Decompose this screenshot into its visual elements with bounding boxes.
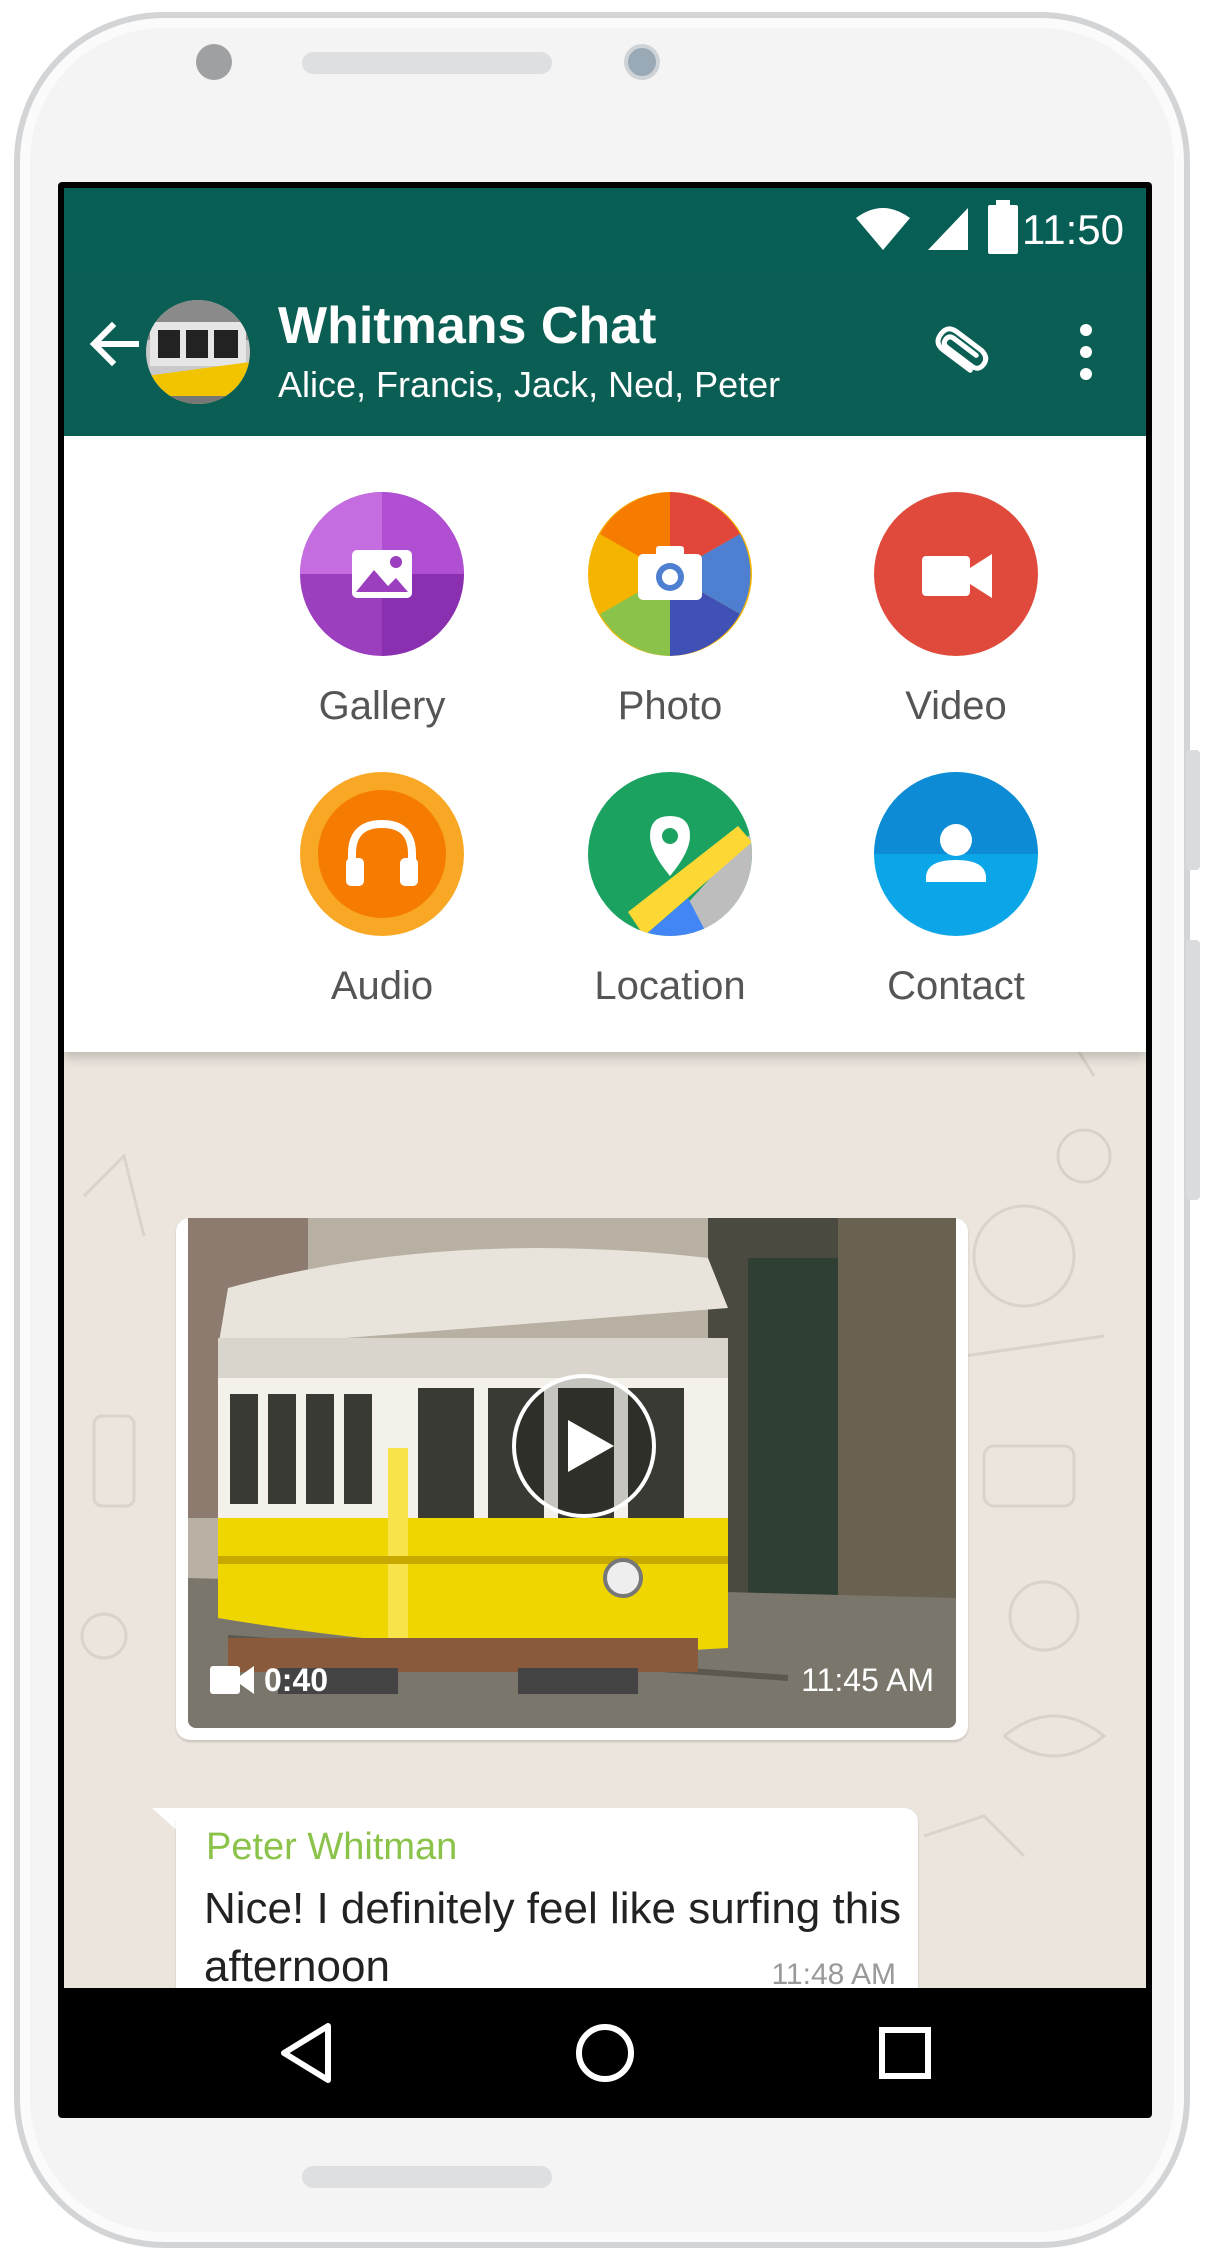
attachment-menu: Gallery Photo Video Audio Location Conta… [64, 436, 1146, 1052]
attach-video[interactable]: Video [856, 492, 1056, 729]
gallery-icon [300, 492, 464, 656]
attach-location[interactable]: Location [570, 772, 770, 1009]
person-icon [874, 772, 1038, 936]
attach-label: Photo [617, 684, 723, 728]
video-duration: 0:40 [264, 1662, 329, 1698]
attach-label: Video [905, 684, 1007, 728]
home-circle-icon[interactable] [572, 2020, 638, 2086]
front-camera [624, 44, 660, 80]
video-message[interactable]: 0:40 11:45 AM [176, 1218, 968, 1740]
battery-icon [988, 200, 1018, 254]
attach-label: Contact [887, 964, 1025, 1008]
sender-name: Peter Whitman [206, 1826, 458, 1868]
headphones-icon [300, 772, 464, 936]
chat-title[interactable]: Whitmans Chat [278, 296, 656, 356]
front-sensor [196, 44, 232, 80]
attach-audio[interactable]: Audio [282, 772, 482, 1009]
recents-square-icon[interactable] [872, 2020, 938, 2086]
wifi-icon [856, 208, 910, 250]
power-button[interactable] [1186, 940, 1200, 1200]
video-thumbnail[interactable]: 0:40 11:45 AM [188, 1218, 956, 1728]
signal-icon [928, 208, 968, 250]
bottom-speaker [302, 2166, 552, 2188]
attach-label: Audio [330, 964, 434, 1008]
map-pin-icon [588, 772, 752, 936]
volume-button[interactable] [1186, 750, 1200, 870]
status-time: 11:50 [1022, 206, 1124, 253]
earpiece-speaker [302, 52, 552, 74]
attach-label: Gallery [318, 684, 446, 728]
message-timestamp: 11:48 AM [771, 1958, 896, 1988]
video-timestamp: 11:45 AM [801, 1662, 934, 1698]
attach-gallery[interactable]: Gallery [282, 492, 482, 729]
video-camera-icon [210, 1666, 254, 1694]
device-screen: 11:50 Whitmans Chat Alice, Francis, Jack… [58, 182, 1152, 2118]
camera-icon [588, 492, 752, 656]
attach-contact[interactable]: Contact [856, 772, 1056, 1009]
text-message[interactable]: Peter Whitman Nice! I definitely feel li… [176, 1808, 918, 1988]
chat-participants[interactable]: Alice, Francis, Jack, Ned, Peter [278, 364, 780, 406]
play-icon[interactable] [510, 1372, 658, 1520]
paperclip-icon[interactable] [922, 320, 992, 390]
system-nav-bar [64, 1988, 1146, 2114]
more-options-icon[interactable] [1074, 322, 1098, 382]
attach-photo[interactable]: Photo [570, 492, 770, 729]
back-arrow-icon[interactable] [84, 314, 144, 374]
group-avatar[interactable] [146, 300, 250, 404]
status-bar: 11:50 [64, 188, 1146, 270]
chat-header: Whitmans Chat Alice, Francis, Jack, Ned,… [64, 270, 1146, 436]
video-camera-icon [874, 492, 1038, 656]
back-triangle-icon[interactable] [274, 2020, 340, 2086]
attach-label: Location [594, 964, 746, 1008]
